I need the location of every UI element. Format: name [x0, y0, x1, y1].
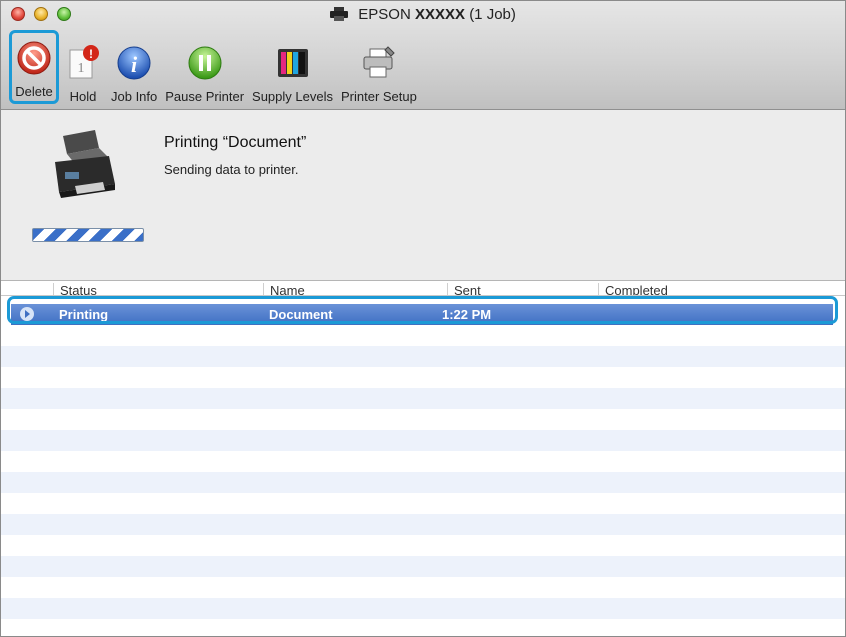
- empty-row: [1, 514, 845, 535]
- empty-row: [1, 493, 845, 514]
- empty-row: [1, 346, 845, 367]
- hold-button-label: Hold: [69, 89, 97, 104]
- title-job-count: (1 Job): [469, 6, 516, 23]
- column-header-name[interactable]: Name: [263, 283, 305, 295]
- empty-row: [1, 409, 845, 430]
- delete-button[interactable]: Delete: [9, 30, 59, 104]
- title-brand: EPSON: [358, 6, 411, 23]
- progress-bar-fill: [33, 229, 143, 241]
- job-info-button[interactable]: i Job Info: [107, 36, 161, 104]
- delete-icon: [14, 38, 54, 78]
- supply-levels-button[interactable]: Supply Levels: [248, 36, 337, 104]
- empty-row: [1, 325, 845, 346]
- printer-setup-button[interactable]: Printer Setup: [337, 36, 421, 104]
- table-header: Status Name Sent Completed: [1, 281, 845, 296]
- delete-button-label: Delete: [15, 84, 53, 99]
- job-rows: Printing Document 1:22 PM: [1, 304, 845, 636]
- title-model: XXXXX: [414, 6, 466, 23]
- empty-row: [1, 388, 845, 409]
- progress-bar: [32, 228, 144, 242]
- hold-icon: 1 !: [63, 43, 103, 83]
- window-title: EPSON XXXXX (1 Job): [1, 6, 845, 25]
- printer-image: [45, 128, 125, 213]
- hold-button[interactable]: 1 ! Hold: [59, 36, 107, 104]
- toolbar: Delete 1 ! Hold i Job Info Pause Printer…: [9, 30, 421, 104]
- job-info-button-label: Job Info: [111, 89, 158, 104]
- empty-row: [1, 430, 845, 451]
- empty-row: [1, 367, 845, 388]
- empty-row: [1, 556, 845, 577]
- print-queue-window: EPSON XXXXX (1 Job) Delete 1 ! Hold i Jo…: [0, 0, 846, 637]
- hold-page-number: 1: [78, 61, 85, 76]
- printer-setup-icon: [359, 43, 399, 83]
- pause-icon: [185, 43, 225, 83]
- empty-row: [1, 472, 845, 493]
- status-title: Printing “Document”: [164, 134, 307, 151]
- ink-levels-icon: [273, 43, 313, 83]
- printer-title-icon: [330, 7, 349, 25]
- printer-setup-button-label: Printer Setup: [340, 89, 417, 104]
- job-status-panel: Printing “Document” Sending data to prin…: [1, 110, 845, 281]
- empty-row: [1, 619, 845, 636]
- empty-row: [1, 535, 845, 556]
- supply-levels-button-label: Supply Levels: [252, 89, 333, 104]
- job-table: Status Name Sent Completed Printing Docu…: [1, 281, 845, 636]
- column-header-status[interactable]: Status: [53, 283, 97, 295]
- pause-printer-button-label: Pause Printer: [165, 89, 245, 104]
- svg-text:i: i: [131, 52, 138, 77]
- status-message: Sending data to printer.: [164, 162, 299, 177]
- title-bar: EPSON XXXXX (1 Job) Delete 1 ! Hold i Jo…: [1, 1, 845, 110]
- hold-badge: !: [89, 47, 93, 61]
- selected-row-highlight: [7, 296, 838, 324]
- pause-printer-button[interactable]: Pause Printer: [161, 36, 248, 104]
- empty-row: [1, 598, 845, 619]
- empty-row: [1, 577, 845, 598]
- info-icon: i: [114, 43, 154, 83]
- column-header-completed[interactable]: Completed: [598, 283, 668, 295]
- empty-row: [1, 451, 845, 472]
- column-header-sent[interactable]: Sent: [447, 283, 481, 295]
